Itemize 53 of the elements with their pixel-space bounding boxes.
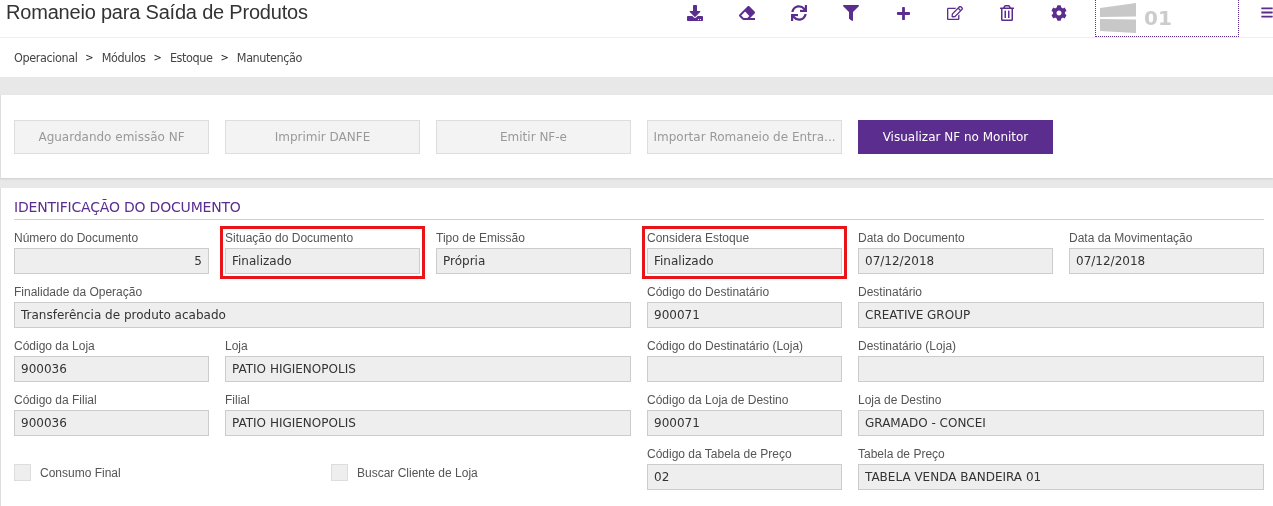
input-field[interactable]: PATIO HIGIENOPOLIS [225, 410, 631, 436]
field-label: Código da Tabela de Preço [647, 447, 793, 462]
section-title: IDENTIFICAÇÃO DO DOCUMENTO [14, 199, 1264, 220]
breadcrumb-link[interactable]: Módulos [101, 50, 146, 65]
input-field[interactable]: 07/12/2018 [858, 248, 1053, 274]
input-field[interactable]: Finalizado [225, 248, 420, 274]
input-field[interactable] [647, 356, 842, 382]
field-label: Considera Estoque [647, 231, 751, 246]
input-field[interactable]: 5 [14, 248, 209, 274]
input-field[interactable]: TABELA VENDA BANDEIRA 01 [858, 464, 1264, 490]
input-field[interactable]: 02 [647, 464, 842, 490]
input-field[interactable]: Transferência de produto acabado [14, 302, 631, 328]
input-field[interactable]: CREATIVE GROUP [858, 302, 1264, 328]
checkbox-label: Buscar Cliente de Loja [357, 465, 478, 480]
field-label: Código do Destinatário [647, 285, 771, 300]
action-button[interactable]: Visualizar NF no Monitor [858, 119, 1053, 154]
field-label: Código da Loja de Destino [647, 393, 790, 408]
input-field[interactable]: 900036 [14, 356, 209, 382]
checkbox-label: Consumo Final [40, 465, 121, 480]
field-label: Data do Documento [858, 231, 966, 246]
field-label: Tipo de Emissão [436, 231, 526, 246]
field-label: Destinatário (Loja) [858, 339, 958, 354]
field-label: Tabela de Preço [858, 447, 946, 462]
field-label: Número do Documento [14, 231, 140, 246]
breadcrumb-separator: > [220, 51, 229, 64]
breadcrumb-separator: > [153, 51, 162, 64]
input-field[interactable] [858, 356, 1264, 382]
field-label: Destinatário [858, 285, 924, 300]
window-logo-icon [1098, 2, 1138, 34]
field-label: Filial [225, 393, 251, 408]
breadcrumb-separator: > [85, 51, 94, 64]
checkbox[interactable] [14, 464, 31, 481]
input-field[interactable]: Própria [436, 248, 631, 274]
page-title: Romaneio para Saída de Produtos [6, 0, 309, 24]
breadcrumb-link[interactable]: Manutenção [236, 50, 303, 65]
field-label: Data da Movimentação [1069, 231, 1194, 246]
input-field[interactable]: 900071 [647, 410, 842, 436]
input-field[interactable]: Finalizado [647, 248, 842, 274]
field-label: Código do Destinatário (Loja) [647, 339, 805, 354]
field-label: Loja [225, 339, 249, 354]
input-field[interactable]: 07/12/2018 [1069, 248, 1264, 274]
field-label: Situação do Documento [225, 231, 355, 246]
field-label: Código da Filial [14, 393, 98, 408]
field-label: Finalidade da Operação [14, 285, 144, 300]
input-field[interactable]: 900036 [14, 410, 209, 436]
input-field[interactable]: GRAMADO - CONCEI [858, 410, 1264, 436]
breadcrumb-link[interactable]: Operacional [14, 50, 78, 65]
field-label: Código da Loja [14, 339, 96, 354]
breadcrumb-link[interactable]: Estoque [169, 50, 213, 65]
input-field[interactable]: 900071 [647, 302, 842, 328]
field-label: Loja de Destino [858, 393, 943, 408]
input-field[interactable]: PATIO HIGIENOPOLIS [225, 356, 631, 382]
checkbox[interactable] [331, 464, 348, 481]
